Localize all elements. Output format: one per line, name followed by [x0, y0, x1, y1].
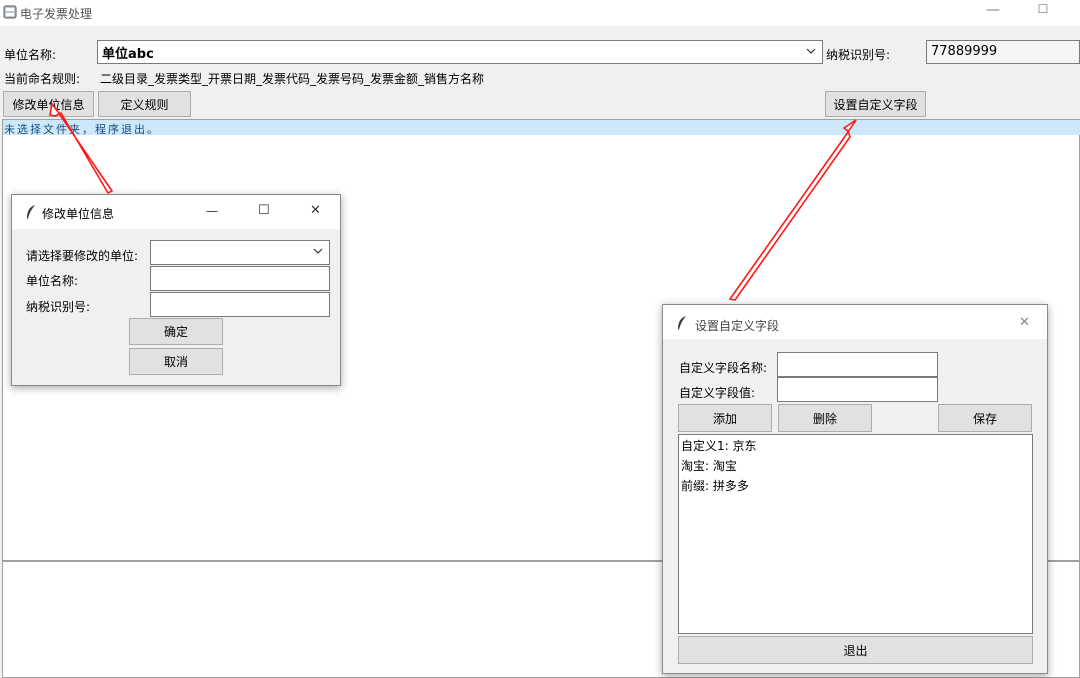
list-item[interactable]: 淘宝: 淘宝 [681, 457, 737, 474]
feather-icon [27, 205, 35, 219]
app-icon [3, 5, 17, 19]
list-item[interactable]: 自定义1: 京东 [681, 437, 757, 454]
chevron-down-icon [806, 48, 816, 54]
naming-rule-value: 二级目录_发票类型_开票日期_发票代码_发票号码_发票金额_销售方名称 [100, 72, 485, 86]
log-message: 未选择文件夹，程序退出。 [4, 123, 160, 136]
list-item[interactable]: 前缀: 拼多多 [681, 477, 749, 494]
dialog-unit-name-field[interactable] [150, 266, 330, 291]
custom-fields-dialog: 设置自定义字段 ✕ 自定义字段名称: 自定义字段值: 添加 删除 保存 自定义1… [662, 304, 1048, 674]
tax-id-field[interactable]: 77889999 [926, 40, 1080, 64]
chevron-down-icon [313, 248, 323, 254]
define-rule-button[interactable]: 定义规则 [98, 91, 191, 117]
field-name-label: 自定义字段名称: [679, 361, 768, 375]
dialog-tax-id-field[interactable] [150, 292, 330, 317]
confirm-button[interactable]: 确定 [129, 318, 223, 345]
log-highlight-line [3, 120, 1080, 135]
dialog-close-button[interactable]: ✕ [1019, 315, 1030, 330]
window-titlebar [0, 0, 1080, 26]
custom-fields-listbox[interactable]: 自定义1: 京东 淘宝: 淘宝 前缀: 拼多多 [678, 434, 1033, 634]
add-button[interactable]: 添加 [678, 404, 772, 432]
unit-name-label: 单位名称: [4, 48, 57, 62]
window-title: 电子发票处理 [20, 7, 93, 21]
unit-name-combobox[interactable]: 单位abc [97, 40, 823, 64]
exit-button[interactable]: 退出 [678, 636, 1033, 664]
window-minimize-button[interactable]: — [985, 2, 1001, 20]
cancel-button[interactable]: 取消 [129, 348, 223, 375]
dialog-close-button[interactable]: ✕ [310, 203, 321, 218]
dialog-tax-id-label: 纳税识别号: [26, 300, 91, 314]
delete-button[interactable]: 删除 [778, 404, 872, 432]
select-unit-label: 请选择要修改的单位: [26, 249, 139, 263]
save-button[interactable]: 保存 [938, 404, 1032, 432]
field-value-input[interactable] [777, 377, 938, 402]
window-maximize-button[interactable]: ☐ [1036, 2, 1050, 20]
tax-id-label: 纳税识别号: [826, 48, 891, 62]
modify-unit-dialog: 修改单位信息 — ☐ ✕ 请选择要修改的单位: 单位名称: 纳税识别号: 确定 … [11, 194, 341, 386]
dialog-maximize-button[interactable]: ☐ [258, 203, 270, 218]
feather-icon [678, 316, 686, 330]
dialog-minimize-button[interactable]: — [206, 204, 218, 218]
field-value-label: 自定义字段值: [679, 386, 756, 400]
field-name-input[interactable] [777, 352, 938, 377]
modify-unit-button[interactable]: 修改单位信息 [3, 91, 94, 117]
custom-fields-button[interactable]: 设置自定义字段 [825, 91, 926, 117]
dialog-title: 修改单位信息 [42, 207, 115, 221]
naming-rule-label: 当前命名规则: [4, 72, 81, 86]
dialog-title: 设置自定义字段 [695, 319, 780, 333]
dialog-unit-name-label: 单位名称: [26, 274, 79, 288]
select-unit-combobox[interactable] [150, 240, 330, 265]
unit-name-value: 单位abc [102, 47, 154, 62]
